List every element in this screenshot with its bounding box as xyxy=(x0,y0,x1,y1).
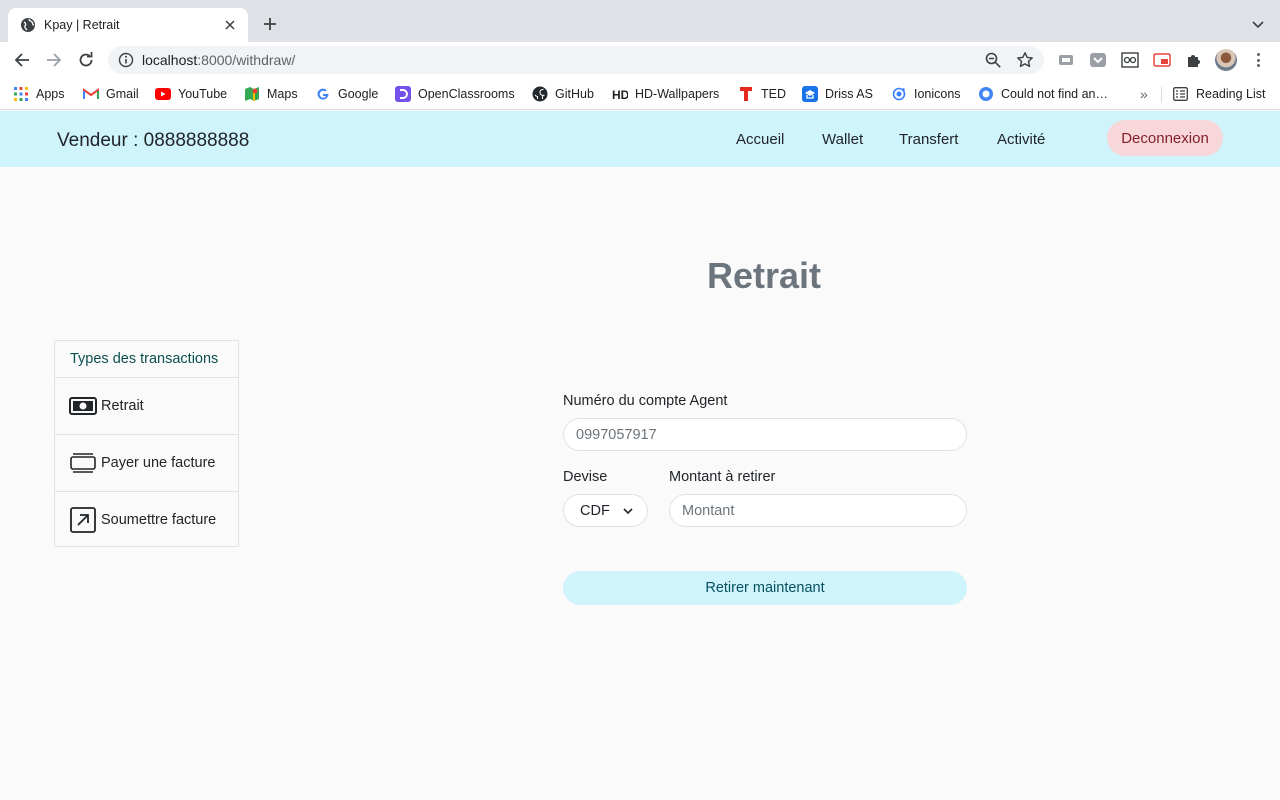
profile-avatar[interactable] xyxy=(1215,49,1237,71)
youtube-icon xyxy=(155,86,171,102)
bookmark-openclassrooms[interactable]: OpenClassrooms xyxy=(395,85,515,103)
url-path: :8000/withdraw/ xyxy=(197,52,296,68)
bookmark-label: Maps xyxy=(267,87,298,101)
sidebar-item-soumettre-facture[interactable]: Soumettre facture xyxy=(55,492,238,548)
forward-arrow-icon[interactable] xyxy=(42,48,66,72)
url-host: localhost xyxy=(142,52,198,68)
address-bar[interactable]: localhost:8000/withdraw/ xyxy=(108,46,1044,74)
ted-icon xyxy=(738,86,754,102)
picture-in-picture-icon[interactable] xyxy=(1153,51,1171,69)
bookmark-hd-wallpapers[interactable]: HD HD-Wallpapers xyxy=(612,85,719,103)
hd-wallpapers-icon: HD xyxy=(612,86,628,102)
nav-link-activite[interactable]: Activité xyxy=(997,131,1045,148)
bookmark-star-icon[interactable] xyxy=(1016,51,1034,69)
info-icon[interactable] xyxy=(118,52,134,68)
driss-icon xyxy=(802,86,818,102)
reload-icon[interactable] xyxy=(74,48,98,72)
new-tab-icon[interactable] xyxy=(259,13,281,35)
logout-button[interactable]: Deconnexion xyxy=(1107,120,1223,156)
browser-toolbar: localhost:8000/withdraw/ xyxy=(0,42,1280,78)
bookmark-label: Google xyxy=(338,87,379,101)
sidebar-item-label: Payer une facture xyxy=(101,455,216,471)
bookmark-label: Could not find an… xyxy=(1001,87,1109,101)
maps-icon xyxy=(244,86,260,102)
cash-icon xyxy=(69,392,97,420)
svg-text:HD: HD xyxy=(612,88,628,101)
bookmark-github[interactable]: GitHub xyxy=(532,85,594,103)
bookmarks-divider xyxy=(1161,87,1162,103)
reading-list-button[interactable]: Reading List xyxy=(1173,85,1266,103)
extension-icon-1[interactable] xyxy=(1057,51,1075,69)
bookmark-maps[interactable]: Maps xyxy=(244,85,298,103)
currency-select[interactable]: CDF xyxy=(563,494,648,527)
bookmarks-bar: Apps Gmail YouTube Maps Google OpenClass… xyxy=(0,78,1280,110)
app-navbar: Vendeur : 0888888888 Accueil Wallet Tran… xyxy=(0,111,1280,167)
amount-label: Montant à retirer xyxy=(669,469,776,485)
sidebar-header: Types des transactions xyxy=(55,341,238,378)
bookmark-ted[interactable]: TED xyxy=(738,85,786,103)
card-icon xyxy=(69,449,97,477)
openclassrooms-icon xyxy=(395,86,411,102)
bookmark-ionicons[interactable]: Ionicons xyxy=(891,85,961,103)
browser-tab-bar: Kpay | Retrait xyxy=(0,0,1280,42)
arrow-up-right-square-icon xyxy=(69,506,97,534)
more-bookmarks-button[interactable]: » xyxy=(1140,86,1148,102)
bookmark-label: Ionicons xyxy=(914,87,961,101)
nav-link-accueil[interactable]: Accueil xyxy=(736,131,784,148)
account-number-input[interactable] xyxy=(563,418,967,451)
account-label: Numéro du compte Agent xyxy=(563,393,728,409)
sidebar-item-payer-facture[interactable]: Payer une facture xyxy=(55,435,238,492)
bookmark-label: TED xyxy=(761,87,786,101)
ionicons-icon xyxy=(891,86,907,102)
bookmark-label: YouTube xyxy=(178,87,228,101)
chevron-down-icon[interactable] xyxy=(1248,15,1268,35)
nav-link-transfert[interactable]: Transfert xyxy=(899,131,958,148)
sidebar-item-retrait[interactable]: Retrait xyxy=(55,378,238,435)
nav-link-wallet[interactable]: Wallet xyxy=(822,131,863,148)
bookmark-could-not-find[interactable]: Could not find an… xyxy=(978,85,1108,103)
apps-grid-icon xyxy=(13,86,29,102)
bookmark-label: GitHub xyxy=(555,87,594,101)
bookmark-label: Apps xyxy=(36,87,65,101)
globe-icon xyxy=(20,17,36,33)
amount-input[interactable] xyxy=(669,494,967,527)
back-arrow-icon[interactable] xyxy=(10,48,34,72)
currency-value: CDF xyxy=(580,502,610,519)
reading-list-label: Reading List xyxy=(1196,87,1266,101)
page-title: Retrait xyxy=(706,255,822,296)
puzzle-extensions-icon[interactable] xyxy=(1185,51,1203,69)
vendor-brand: Vendeur : 0888888888 xyxy=(57,130,250,151)
bookmark-driss[interactable]: Driss AS xyxy=(802,85,873,103)
bookmark-google[interactable]: Google xyxy=(315,85,378,103)
github-icon xyxy=(532,86,548,102)
reader-icon[interactable] xyxy=(1121,51,1139,69)
google-icon xyxy=(315,86,331,102)
zoom-icon[interactable] xyxy=(984,51,1002,69)
bookmark-label: OpenClassrooms xyxy=(418,87,515,101)
bookmark-label: Gmail xyxy=(106,87,139,101)
close-tab-icon[interactable] xyxy=(222,17,238,33)
bookmark-label: HD-Wallpapers xyxy=(635,87,720,101)
bookmark-gmail[interactable]: Gmail xyxy=(83,85,139,103)
transaction-types-sidebar: Types des transactions Retrait Payer une… xyxy=(54,340,239,547)
bookmark-youtube[interactable]: YouTube xyxy=(155,85,227,103)
browser-menu-icon[interactable] xyxy=(1250,51,1266,69)
reading-list-icon xyxy=(1173,87,1188,101)
bookmark-apps[interactable]: Apps xyxy=(13,85,65,103)
withdraw-submit-button[interactable]: Retirer maintenant xyxy=(563,571,967,605)
bookmark-label: Driss AS xyxy=(825,87,873,101)
sidebar-item-label: Soumettre facture xyxy=(101,512,217,528)
chevron-down-icon xyxy=(622,505,634,517)
url-text: localhost:8000/withdraw/ xyxy=(142,52,295,68)
sidebar-item-label: Retrait xyxy=(101,398,144,414)
globe-icon xyxy=(978,86,994,102)
gmail-icon xyxy=(83,86,99,102)
pocket-icon[interactable] xyxy=(1089,51,1107,69)
currency-label: Devise xyxy=(563,469,608,485)
tab-title: Kpay | Retrait xyxy=(44,18,120,32)
browser-tab[interactable]: Kpay | Retrait xyxy=(8,8,248,42)
